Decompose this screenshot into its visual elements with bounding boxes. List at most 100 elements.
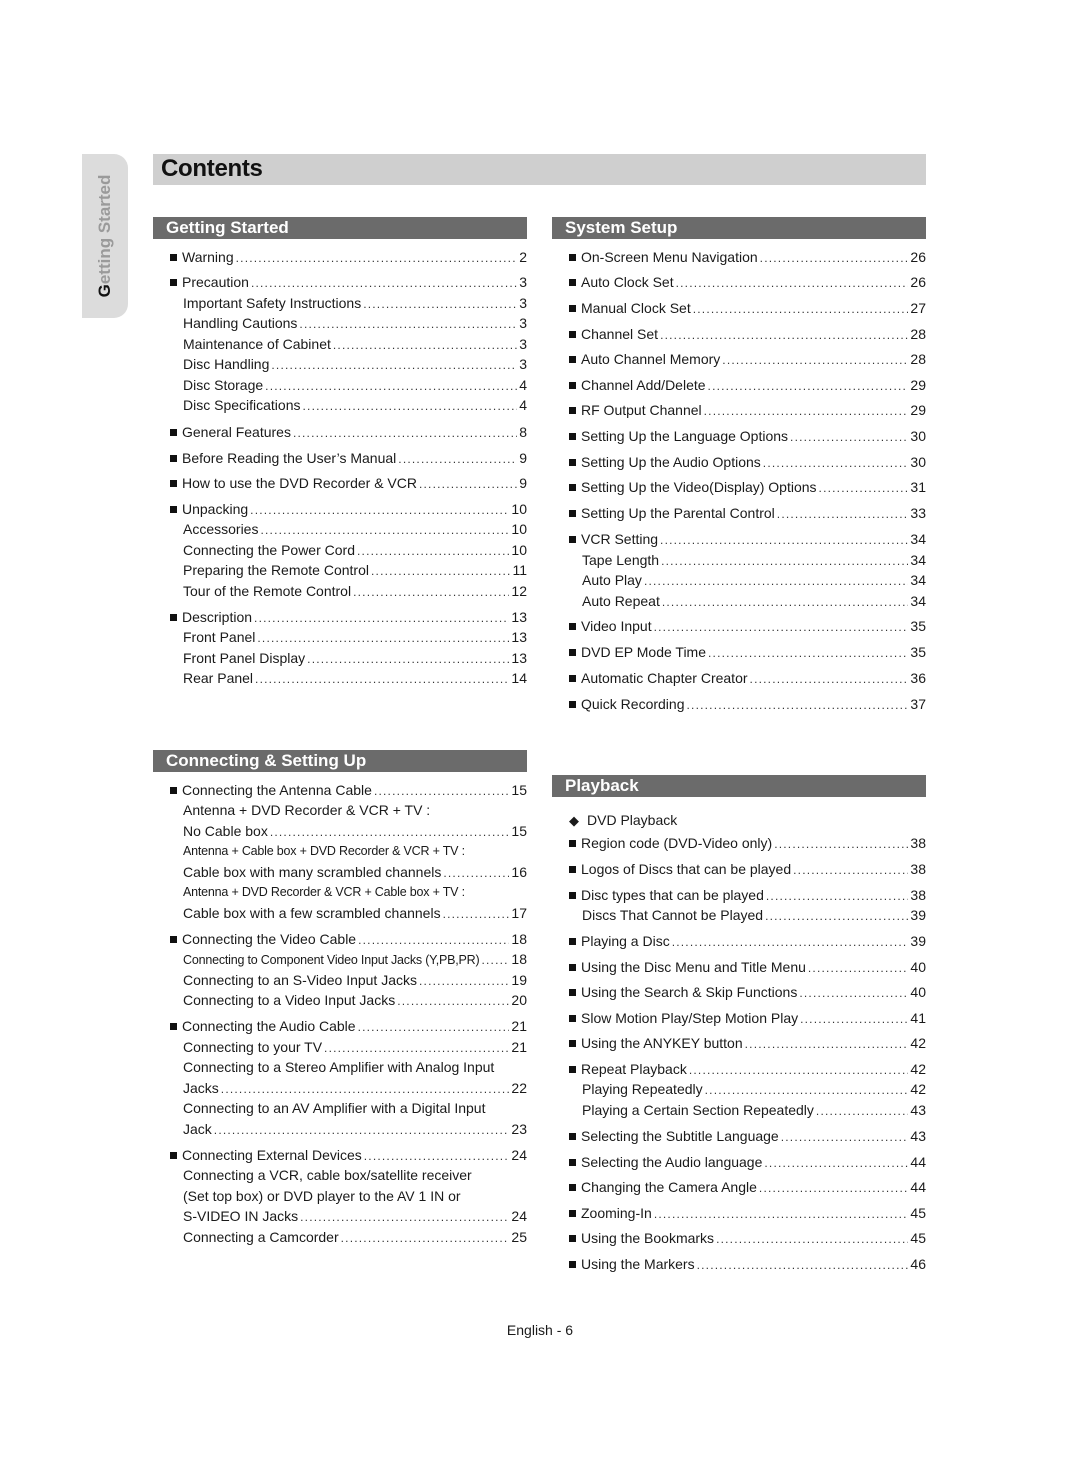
toc-entry[interactable]: Using the ANYKEY button 42 xyxy=(552,1033,926,1053)
dot-leader xyxy=(644,571,908,591)
toc-entry[interactable]: Handling Cautions 3 xyxy=(153,313,527,333)
toc-entry-label: Precaution xyxy=(182,274,249,290)
toc-entry[interactable]: DVD EP Mode Time 35 xyxy=(552,642,926,662)
toc-entry[interactable]: No Cable box 15 xyxy=(153,821,527,841)
toc-entry[interactable]: Maintenance of Cabinet 3 xyxy=(153,334,527,354)
toc-entry[interactable]: Video Input 35 xyxy=(552,616,926,636)
toc-entry[interactable]: Playing Repeatedly 42 xyxy=(552,1079,926,1099)
toc-entry[interactable]: Connecting the Antenna Cable 15 xyxy=(153,780,527,800)
toc-entry[interactable]: Automatic Chapter Creator 36 xyxy=(552,668,926,688)
toc-entry[interactable]: Connecting a Camcorder 25 xyxy=(153,1227,527,1247)
toc-entry[interactable]: Discs That Cannot be Played 39 xyxy=(552,905,926,925)
dot-leader xyxy=(676,273,909,293)
toc-entry[interactable]: Auto Repeat 34 xyxy=(552,591,926,611)
toc-entry[interactable]: Accessories 10 xyxy=(153,519,527,539)
toc-entry[interactable]: ◆ DVD Playback xyxy=(552,810,926,830)
dot-leader xyxy=(221,1079,510,1099)
toc-entry[interactable]: Using the Markers 46 xyxy=(552,1254,926,1274)
toc-entry[interactable]: Using the Disc Menu and Title Menu 40 xyxy=(552,957,926,977)
toc-entry-label: Automatic Chapter Creator xyxy=(581,670,748,686)
toc-entry[interactable]: Connecting External Devices 24 xyxy=(153,1145,527,1165)
toc-entry[interactable]: Slow Motion Play/Step Motion Play 41 xyxy=(552,1008,926,1028)
toc-entry[interactable]: VCR Setting 34 xyxy=(552,529,926,549)
toc-entry[interactable]: Cable box with a few scrambled channels 1… xyxy=(153,903,527,923)
toc-entry[interactable]: Connecting to a Stereo Amplifier with An… xyxy=(153,1057,527,1077)
toc-entry[interactable]: How to use the DVD Recorder & VCR 9 xyxy=(153,473,527,493)
toc-entry[interactable]: Using the Bookmarks 45 xyxy=(552,1228,926,1248)
toc-entry[interactable]: Using the Search & Skip Functions 40 xyxy=(552,982,926,1002)
toc-entry[interactable]: Cable box with many scrambled channels 16 xyxy=(153,862,527,882)
toc-entry[interactable]: Connecting to your TV 21 xyxy=(153,1037,527,1057)
toc-entry[interactable]: Channel Set 28 xyxy=(552,324,926,344)
toc-entry[interactable]: Tape Length 34 xyxy=(552,550,926,570)
toc-entry[interactable]: Connecting to a Video Input Jacks 20 xyxy=(153,990,527,1010)
toc-entry[interactable]: Setting Up the Language Options 30 xyxy=(552,426,926,446)
toc-entry[interactable]: Tour of the Remote Control 12 xyxy=(153,581,527,601)
toc-entry[interactable]: Connecting a VCR, cable box/satellite re… xyxy=(153,1165,527,1185)
toc-entry[interactable]: S-VIDEO IN Jacks 24 xyxy=(153,1206,527,1226)
toc-entry-label: Antenna + Cable box + DVD Recorder & VCR… xyxy=(183,844,465,858)
toc-entry[interactable]: Unpacking 10 xyxy=(153,499,527,519)
toc-entry-label: Cable box with a few scrambled channels xyxy=(183,905,441,921)
toc-entry[interactable]: Preparing the Remote Control 11 xyxy=(153,560,527,580)
toc-entry[interactable]: Precaution 3 xyxy=(153,272,527,292)
toc-entry[interactable]: Auto Clock Set 26 xyxy=(552,272,926,292)
toc-entry[interactable]: Auto Channel Memory 28 xyxy=(552,349,926,369)
toc-entry[interactable]: Connecting the Audio Cable 21 xyxy=(153,1016,527,1036)
toc-entry[interactable]: Setting Up the Audio Options 30 xyxy=(552,452,926,472)
toc-entry[interactable]: Before Reading the User’s Manual 9 xyxy=(153,448,527,468)
toc-entry[interactable]: Jack 23 xyxy=(153,1119,527,1139)
toc-entry[interactable]: Connecting the Video Cable 18 xyxy=(153,929,527,949)
toc-entry[interactable]: Front Panel 13 xyxy=(153,627,527,647)
toc-entry[interactable]: Antenna + DVD Recorder & VCR + TV : xyxy=(153,800,527,820)
toc-entry[interactable]: Connecting to Component Video Input Jack… xyxy=(153,949,527,969)
toc-entry[interactable]: Quick Recording 37 xyxy=(552,694,926,714)
square-bullet-icon xyxy=(170,614,177,621)
toc-entry[interactable]: Repeat Playback 42 xyxy=(552,1059,926,1079)
toc-entry[interactable]: Disc Storage 4 xyxy=(153,375,527,395)
toc-entry[interactable]: Playing a Disc 39 xyxy=(552,931,926,951)
dot-leader xyxy=(808,958,909,978)
toc-entry-label: Before Reading the User’s Manual xyxy=(182,450,397,466)
toc-entry-label: Auto Repeat xyxy=(582,593,660,609)
toc-entry[interactable]: Warning 2 xyxy=(153,247,527,267)
toc-entry[interactable]: Setting Up the Parental Control 33 xyxy=(552,503,926,523)
toc-entry[interactable]: Disc Handling 3 xyxy=(153,354,527,374)
toc-entry[interactable]: Rear Panel 14 xyxy=(153,668,527,688)
toc-entry[interactable]: Important Safety Instructions 3 xyxy=(153,293,527,313)
toc-entry[interactable]: Selecting the Audio language 44 xyxy=(552,1152,926,1172)
toc-page-number: 34 xyxy=(910,552,926,568)
toc-entry[interactable]: Changing the Camera Angle 44 xyxy=(552,1177,926,1197)
toc-entry[interactable]: Auto Play 34 xyxy=(552,570,926,590)
toc-entry[interactable]: Channel Add/Delete 29 xyxy=(552,375,926,395)
toc-entry[interactable]: Setting Up the Video(Display) Options 31 xyxy=(552,477,926,497)
toc-entry[interactable]: Logos of Discs that can be played 38 xyxy=(552,859,926,879)
dot-leader xyxy=(251,273,517,293)
toc-entry[interactable]: Antenna + Cable box + DVD Recorder & VCR… xyxy=(153,841,527,861)
toc-entry[interactable]: Antenna + DVD Recorder & VCR + Cable box… xyxy=(153,882,527,902)
toc-entry-label: No Cable box xyxy=(183,823,268,839)
toc-page-number: 33 xyxy=(910,505,926,521)
toc-entry[interactable]: Connecting the Power Cord 10 xyxy=(153,540,527,560)
toc-entry[interactable]: Manual Clock Set 27 xyxy=(552,298,926,318)
toc-entry[interactable]: Description 13 xyxy=(153,607,527,627)
toc-entry[interactable]: On-Screen Menu Navigation 26 xyxy=(552,247,926,267)
dot-leader xyxy=(443,863,509,883)
toc-entry[interactable]: Disc Specifications 4 xyxy=(153,395,527,415)
toc-entry[interactable]: Disc types that can be played 38 xyxy=(552,885,926,905)
toc-entry[interactable]: Selecting the Subtitle Language 43 xyxy=(552,1126,926,1146)
toc-entry[interactable]: (Set top box) or DVD player to the AV 1 … xyxy=(153,1186,527,1206)
toc-page-number: 8 xyxy=(519,424,527,440)
toc-entry[interactable]: Playing a Certain Section Repeatedly 43 xyxy=(552,1100,926,1120)
toc-entry[interactable]: General Features 8 xyxy=(153,422,527,442)
toc-entry-label: Zooming-In xyxy=(581,1205,652,1221)
toc-entry-label: Using the Search & Skip Functions xyxy=(581,984,798,1000)
toc-entry[interactable]: Connecting to an S-Video Input Jacks 19 xyxy=(153,970,527,990)
toc-entry[interactable]: Jacks 22 xyxy=(153,1078,527,1098)
toc-entry[interactable]: RF Output Channel 29 xyxy=(552,400,926,420)
toc-entry[interactable]: Region code (DVD-Video only) 38 xyxy=(552,833,926,853)
toc-entry[interactable]: Zooming-In 45 xyxy=(552,1203,926,1223)
square-bullet-icon xyxy=(170,480,177,487)
toc-entry[interactable]: Front Panel Display 13 xyxy=(153,648,527,668)
toc-entry[interactable]: Connecting to an AV Amplifier with a Dig… xyxy=(153,1098,527,1118)
